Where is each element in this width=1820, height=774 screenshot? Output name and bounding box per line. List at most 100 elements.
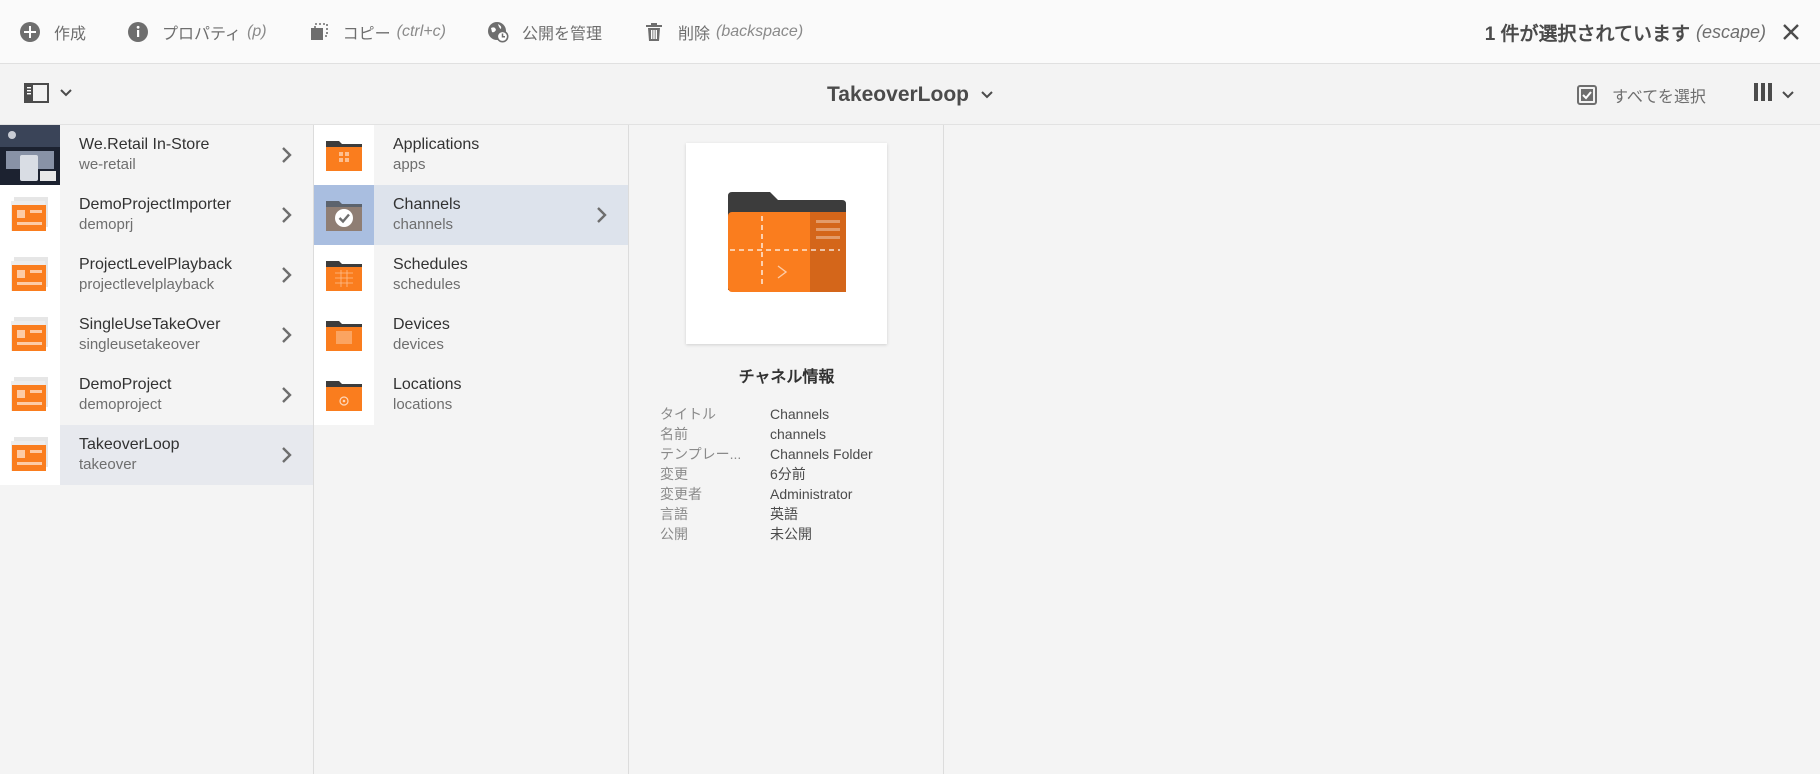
properties-button[interactable]: プロパティ (p) bbox=[106, 0, 287, 64]
list-item[interactable]: We.Retail In-Store we-retail bbox=[0, 125, 313, 185]
meta-value: channels bbox=[770, 426, 827, 442]
item-title: TakeoverLoop bbox=[79, 436, 180, 453]
copy-button[interactable]: コピー (ctrl+c) bbox=[287, 0, 466, 64]
meta-key: 変更者 bbox=[660, 486, 702, 502]
item-subtitle: channels bbox=[393, 216, 454, 233]
channels-folder-icon bbox=[314, 185, 374, 245]
meta-row: 名前 channels bbox=[660, 424, 873, 444]
list-item[interactable]: ProjectLevelPlayback projectlevelplaybac… bbox=[0, 245, 313, 305]
project-thumbnail bbox=[0, 185, 60, 245]
chevron-right-icon bbox=[281, 205, 293, 225]
create-button[interactable]: 作成 bbox=[0, 0, 106, 64]
item-subtitle: demoprj bbox=[79, 216, 134, 233]
meta-row: 変更者 Administrator bbox=[660, 484, 873, 504]
create-label: 作成 bbox=[54, 25, 87, 43]
item-title: DemoProjectImporter bbox=[79, 196, 232, 213]
item-subtitle: we-retail bbox=[79, 156, 136, 173]
list-item[interactable]: Locations locations bbox=[314, 365, 628, 425]
item-subtitle: apps bbox=[393, 156, 426, 173]
metadata-list: タイトル Channels 名前 channels テンプレー... Channels… bbox=[660, 404, 873, 544]
delete-shortcut: (backspace) bbox=[716, 22, 804, 40]
project-thumbnail bbox=[0, 125, 60, 185]
meta-value: 6分前 bbox=[770, 466, 806, 482]
checkbox-icon bbox=[1576, 84, 1598, 106]
selection-status: 1 件が選択されています (escape) bbox=[1485, 0, 1804, 64]
project-thumbnail bbox=[0, 425, 60, 485]
item-title: Applications bbox=[393, 136, 480, 153]
add-circle-icon bbox=[18, 20, 42, 44]
meta-key: タイトル bbox=[660, 406, 716, 422]
globe-clock-icon bbox=[486, 20, 510, 44]
rail-toggle-button[interactable] bbox=[24, 82, 72, 104]
item-subtitle: devices bbox=[393, 336, 444, 353]
list-item[interactable]: Devices devices bbox=[314, 305, 628, 365]
meta-row: 公開 未公開 bbox=[660, 524, 873, 544]
project-thumbnail bbox=[0, 245, 60, 305]
chevron-right-icon bbox=[281, 325, 293, 345]
copy-label: コピー bbox=[342, 25, 391, 43]
meta-key: 変更 bbox=[660, 466, 688, 482]
column-folders: Applications apps Channels channels Sche… bbox=[314, 125, 629, 774]
item-title: SingleUseTakeOver bbox=[79, 316, 221, 333]
chevron-right-icon bbox=[281, 445, 293, 465]
properties-shortcut: (p) bbox=[247, 22, 267, 40]
project-thumbnail bbox=[0, 365, 60, 425]
delete-label: 削除 bbox=[677, 25, 710, 43]
item-subtitle: locations bbox=[393, 396, 453, 413]
page-title[interactable]: TakeoverLoop bbox=[827, 83, 969, 107]
chevron-right-icon bbox=[596, 205, 608, 225]
list-item-active[interactable]: TakeoverLoop takeover bbox=[0, 425, 313, 485]
chevron-down-icon[interactable] bbox=[981, 86, 993, 104]
item-title: Channels bbox=[393, 196, 461, 213]
list-item[interactable]: Applications apps bbox=[314, 125, 628, 185]
schedules-folder-icon bbox=[314, 245, 374, 305]
manage-publication-button[interactable]: 公開を管理 bbox=[466, 0, 622, 64]
preview-card bbox=[686, 143, 887, 344]
chevron-right-icon bbox=[281, 265, 293, 285]
meta-key: 名前 bbox=[660, 426, 688, 442]
column-view-icon bbox=[1752, 81, 1774, 108]
list-item[interactable]: SingleUseTakeOver singleusetakeover bbox=[0, 305, 313, 365]
list-item[interactable]: DemoProject demoproject bbox=[0, 365, 313, 425]
copy-icon bbox=[307, 20, 331, 44]
devices-folder-icon bbox=[314, 305, 374, 365]
meta-value: Administrator bbox=[770, 486, 853, 502]
trash-icon bbox=[642, 20, 666, 44]
item-subtitle: singleusetakeover bbox=[79, 336, 200, 353]
meta-key: 言語 bbox=[660, 506, 688, 522]
meta-key: テンプレー... bbox=[660, 446, 742, 462]
selection-escape-shortcut: (escape) bbox=[1695, 21, 1766, 42]
preview-heading: チャネル情報 bbox=[738, 369, 835, 386]
item-title: Locations bbox=[393, 376, 462, 393]
manage-publication-label: 公開を管理 bbox=[521, 25, 602, 43]
list-item[interactable]: Schedules schedules bbox=[314, 245, 628, 305]
meta-row: テンプレー... Channels Folder bbox=[660, 444, 873, 464]
item-title: Devices bbox=[393, 316, 450, 333]
action-bar: 作成 プロパティ (p) コピー (ctrl+c) 公開を管理 削除 (back… bbox=[0, 0, 1820, 64]
list-item[interactable]: DemoProjectImporter demoprj bbox=[0, 185, 313, 245]
meta-key: 公開 bbox=[660, 526, 688, 542]
delete-button[interactable]: 削除 (backspace) bbox=[622, 0, 823, 64]
meta-value: Channels bbox=[770, 406, 830, 422]
meta-row: 変更 6分前 bbox=[660, 464, 873, 484]
select-all-label: すべてを選択 bbox=[1612, 88, 1706, 106]
applications-folder-icon bbox=[314, 125, 374, 185]
empty-column-area bbox=[944, 125, 1820, 774]
select-all-button[interactable]: すべてを選択 bbox=[1576, 64, 1706, 125]
meta-value: Channels Folder bbox=[770, 446, 873, 462]
channels-folder-large-icon bbox=[726, 186, 848, 301]
item-subtitle: takeover bbox=[79, 456, 137, 473]
item-subtitle: schedules bbox=[393, 276, 461, 293]
close-icon[interactable] bbox=[1778, 19, 1804, 45]
meta-value: 未公開 bbox=[770, 526, 812, 542]
item-title: ProjectLevelPlayback bbox=[79, 256, 232, 273]
copy-shortcut: (ctrl+c) bbox=[396, 22, 446, 40]
list-item-selected[interactable]: Channels channels bbox=[314, 185, 628, 245]
item-subtitle: projectlevelplayback bbox=[79, 276, 215, 293]
chevron-down-icon bbox=[60, 89, 72, 97]
info-icon bbox=[126, 20, 150, 44]
chevron-right-icon bbox=[281, 385, 293, 405]
chevron-down-icon bbox=[1782, 86, 1794, 104]
view-switcher-button[interactable] bbox=[1752, 64, 1794, 125]
item-title: We.Retail In-Store bbox=[79, 136, 210, 153]
